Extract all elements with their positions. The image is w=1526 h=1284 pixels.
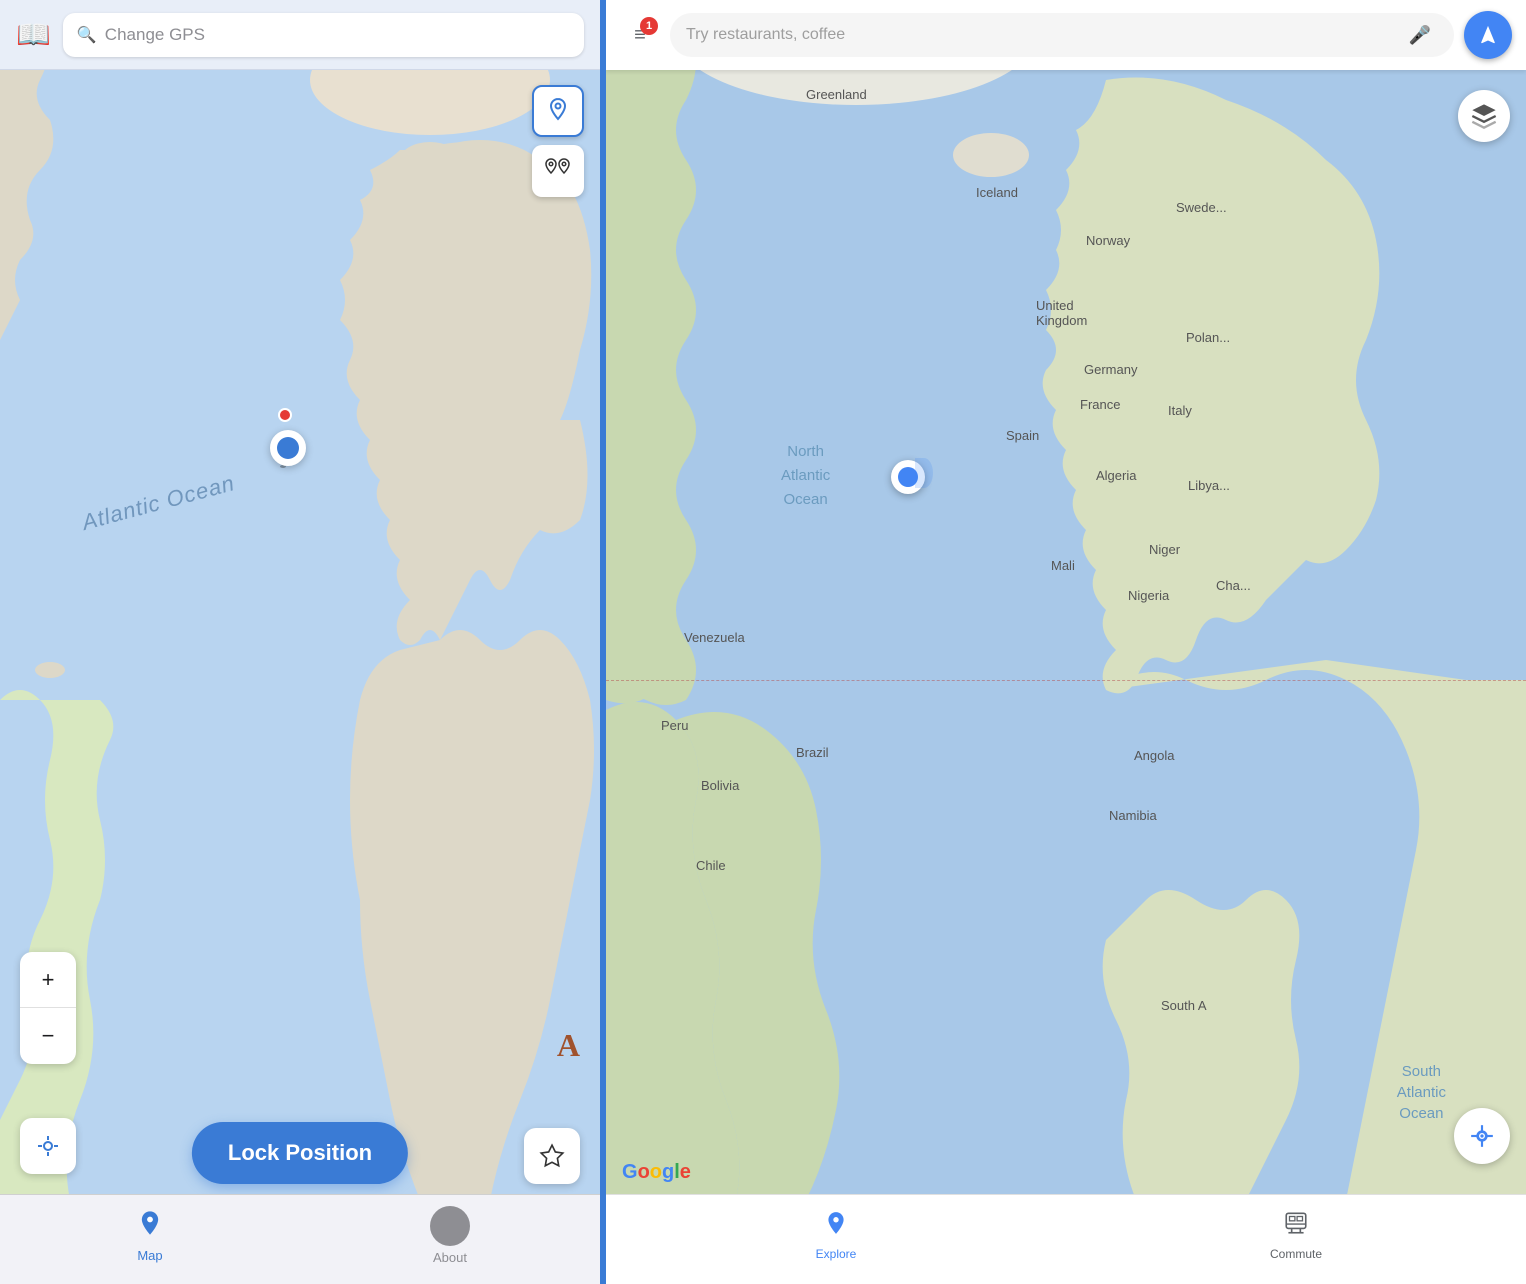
commute-icon	[1283, 1210, 1309, 1243]
explore-label: Explore	[816, 1247, 857, 1261]
right-nav-commute[interactable]: Commute	[1066, 1210, 1526, 1269]
google-o2: o	[650, 1161, 662, 1183]
notification-button[interactable]: ≡ 1	[620, 15, 660, 55]
left-map-background	[0, 0, 600, 1284]
left-header: 📖 🔍 Change GPS	[0, 0, 600, 70]
microphone-button[interactable]: 🎤	[1402, 17, 1438, 53]
commute-label: Commute	[1270, 1247, 1322, 1261]
right-bottom-nav: Explore Commute	[606, 1194, 1526, 1284]
zoom-controls: + −	[20, 952, 76, 1064]
center-divider	[600, 0, 606, 1284]
right-panel: ≡ 1 Try restaurants, coffee 🎤 Greenland …	[606, 0, 1526, 1284]
left-bottom-nav: Map About	[0, 1194, 600, 1284]
left-panel: 📖 🔍 Change GPS Atl	[0, 0, 600, 1284]
right-nav-explore[interactable]: Explore	[606, 1210, 1066, 1269]
equator-line	[606, 680, 1526, 681]
book-icon[interactable]: 📖	[16, 18, 51, 51]
location-dot-inner	[277, 437, 299, 459]
a-marker: A	[557, 1027, 580, 1064]
location-outer	[891, 460, 925, 494]
search-icon: 🔍	[77, 25, 97, 45]
right-map-background	[606, 0, 1526, 1284]
search-placeholder: Change GPS	[105, 25, 205, 45]
lock-position-button[interactable]: Lock Position	[192, 1122, 408, 1184]
location-dot	[270, 430, 306, 466]
google-e: e	[680, 1161, 691, 1183]
dual-pin-button[interactable]	[532, 145, 584, 197]
zoom-out-button[interactable]: −	[20, 1008, 76, 1064]
search-placeholder: Try restaurants, coffee	[686, 26, 1402, 44]
google-g2: g	[662, 1161, 674, 1183]
google-g: G	[622, 1161, 638, 1183]
nav-about[interactable]: About	[300, 1206, 600, 1273]
explore-icon	[823, 1210, 849, 1243]
map-pin-buttons	[532, 85, 584, 197]
right-location-dot	[891, 460, 925, 494]
favorites-button[interactable]	[524, 1128, 580, 1184]
location-shadow	[915, 458, 933, 488]
google-logo: Google	[622, 1161, 691, 1184]
red-pin	[278, 408, 292, 422]
right-search-bar[interactable]: Try restaurants, coffee 🎤	[670, 13, 1454, 57]
zoom-in-button[interactable]: +	[20, 952, 76, 1008]
right-header: ≡ 1 Try restaurants, coffee 🎤	[606, 0, 1526, 70]
single-pin-button[interactable]	[532, 85, 584, 137]
map-nav-icon	[136, 1209, 164, 1244]
my-location-button[interactable]	[1454, 1108, 1510, 1164]
about-nav-icon	[430, 1206, 470, 1246]
notification-badge: 1	[640, 17, 658, 35]
navigation-button[interactable]	[1464, 11, 1512, 59]
left-search-bar[interactable]: 🔍 Change GPS	[63, 13, 584, 57]
map-nav-label: Map	[137, 1248, 162, 1263]
about-nav-label: About	[433, 1250, 467, 1265]
google-o1: o	[638, 1161, 650, 1183]
nav-map[interactable]: Map	[0, 1209, 300, 1271]
layer-button[interactable]	[1458, 90, 1510, 142]
location-button[interactable]	[20, 1118, 76, 1174]
left-location-marker	[270, 430, 306, 466]
